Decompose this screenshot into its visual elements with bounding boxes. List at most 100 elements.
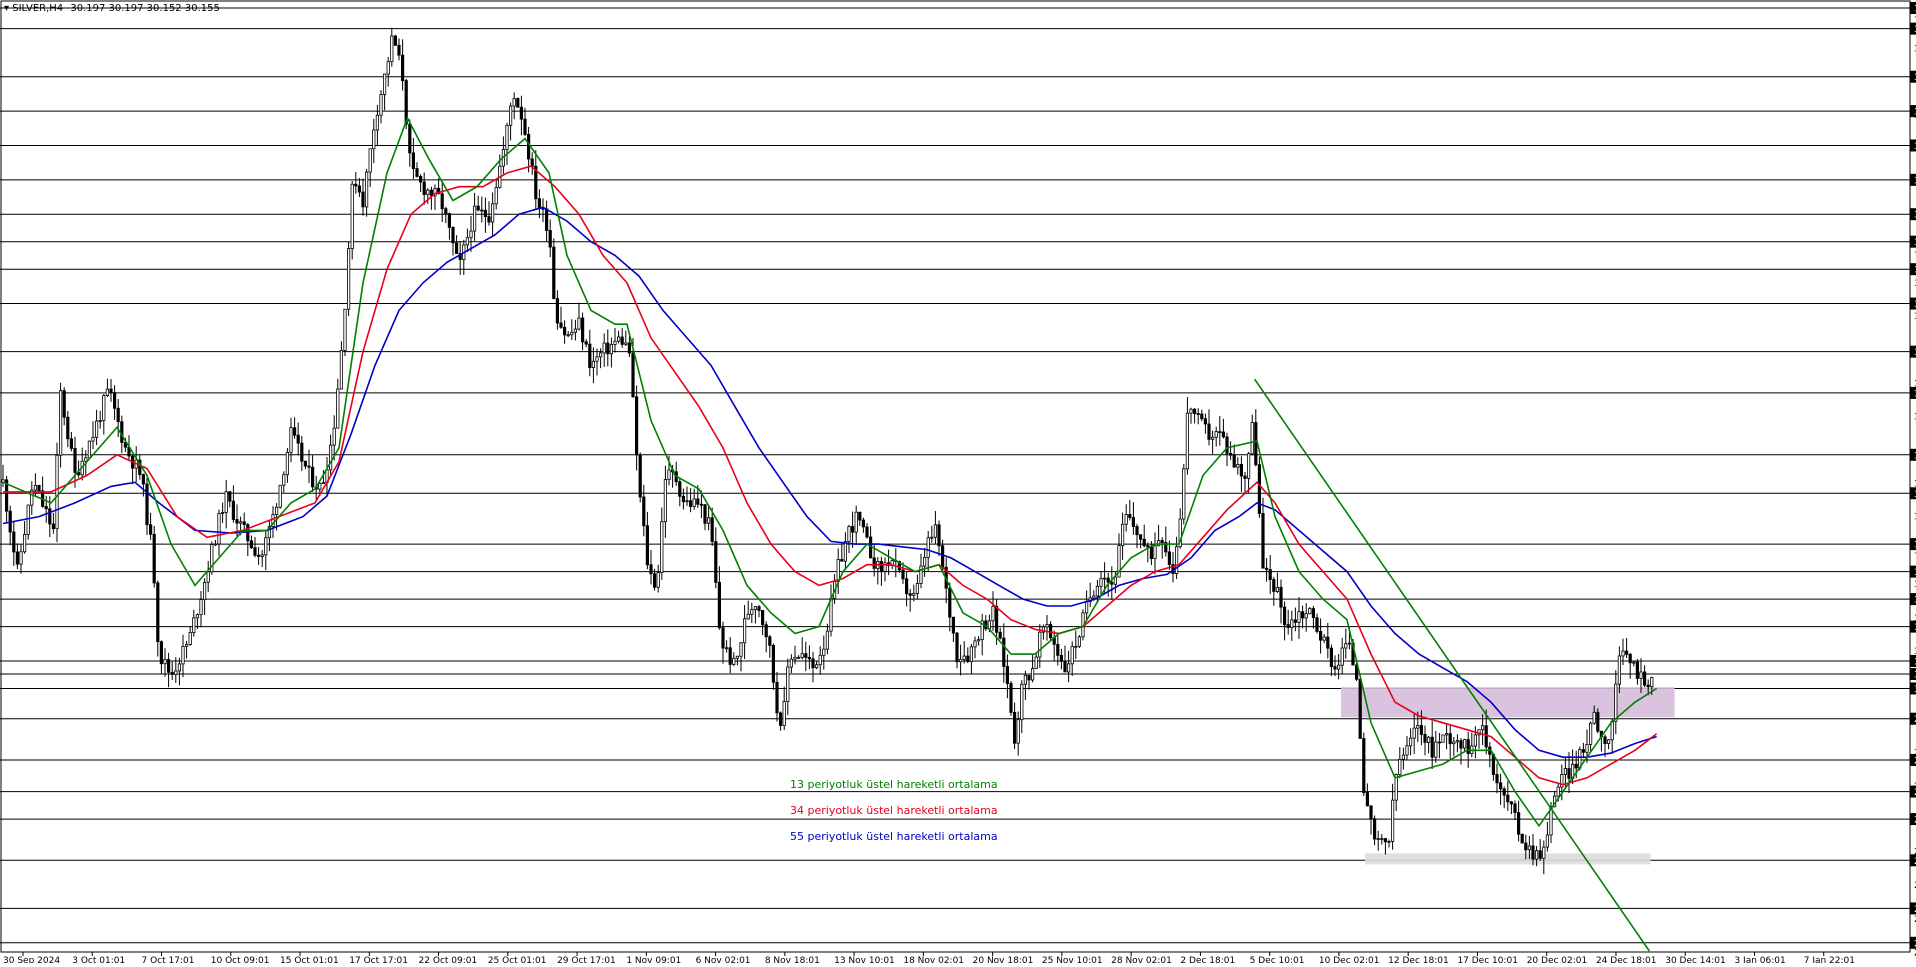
candle-body	[1045, 624, 1049, 628]
candle-body	[656, 572, 660, 588]
candle-body	[851, 526, 855, 533]
candle-body	[343, 308, 347, 351]
candle-body	[617, 336, 621, 342]
candle-body	[591, 360, 596, 368]
time-label: 10 Oct 09:01	[211, 956, 270, 963]
candle-body	[84, 457, 88, 462]
candle-body	[1635, 661, 1639, 679]
candle-body	[836, 558, 840, 582]
candle-body	[1437, 741, 1441, 744]
candle-body	[1193, 408, 1197, 414]
candle-body	[1005, 665, 1010, 684]
candle-body	[256, 554, 261, 557]
candle-body	[570, 331, 574, 336]
candle-body	[1603, 736, 1607, 744]
candle-body	[599, 352, 603, 358]
candle-body	[843, 541, 848, 562]
candle-body	[681, 495, 686, 503]
candle-body	[1506, 794, 1510, 803]
candle-body	[1268, 569, 1272, 580]
candle-body	[141, 474, 145, 485]
candle-body	[159, 641, 163, 665]
candle-body	[397, 44, 401, 56]
candle-body	[912, 592, 916, 596]
candle-body	[1481, 725, 1485, 731]
time-label: 18 Nov 02:01	[903, 956, 964, 963]
candle-body	[840, 558, 844, 562]
candle-body	[1049, 624, 1053, 639]
candle-body	[761, 610, 765, 626]
time-label: 17 Dec 10:01	[1457, 956, 1518, 963]
candle-body	[418, 176, 423, 183]
candle-body	[811, 658, 815, 669]
candle-body	[1002, 637, 1006, 667]
candle-body	[1009, 683, 1013, 713]
candle-body	[1517, 812, 1521, 835]
candle-body	[469, 230, 473, 239]
candle-body	[1520, 833, 1524, 844]
candle-body	[786, 666, 790, 702]
candle-body	[390, 35, 394, 63]
candle-body	[588, 343, 592, 368]
candle-body	[350, 183, 354, 249]
candle-body	[1531, 845, 1535, 860]
candle-body	[105, 388, 109, 396]
candle-body	[1405, 745, 1409, 756]
legend-ema13: 13 periyotluk üstel hareketli ortalama	[790, 778, 998, 791]
candle-body	[202, 581, 207, 601]
candle-body	[1106, 577, 1110, 583]
candle-body	[1499, 782, 1503, 790]
candle-body	[937, 524, 941, 547]
candle-body	[1466, 739, 1470, 754]
candle-body	[609, 344, 614, 355]
candle-body	[710, 517, 714, 542]
candle-body	[1261, 513, 1265, 569]
candle-body	[48, 508, 52, 525]
candle-body	[1448, 733, 1452, 745]
candle-body	[743, 618, 747, 644]
candle-body	[73, 448, 77, 473]
candle-body	[653, 573, 657, 588]
price-chart[interactable]: 35.00034.95534.85034.70834.50034.25034.2…	[0, 0, 1916, 966]
candle-body	[400, 54, 405, 82]
candle-body	[415, 168, 419, 177]
candle-body	[444, 208, 448, 215]
candle-body	[12, 531, 16, 553]
candle-body	[231, 500, 235, 520]
candle-body	[829, 598, 833, 632]
highlight-zone	[1341, 687, 1675, 718]
candle-body	[1383, 838, 1387, 843]
candle-body	[1167, 551, 1171, 565]
time-label: 15 Oct 01:01	[280, 956, 339, 963]
dropdown-triangle-icon[interactable]: ▾	[4, 3, 9, 14]
candle-body	[962, 655, 966, 660]
candle-body	[220, 511, 225, 514]
candle-body	[1236, 464, 1240, 468]
candle-body	[505, 124, 509, 150]
candle-body	[1463, 739, 1467, 749]
candle-body	[753, 606, 758, 610]
candle-body	[1596, 711, 1600, 732]
candle-body	[328, 444, 333, 471]
candle-body	[69, 438, 73, 449]
candle-body	[1380, 838, 1384, 840]
candle-body	[577, 317, 581, 330]
candle-body	[451, 226, 455, 244]
candle-body	[1139, 534, 1143, 540]
candle-body	[1013, 712, 1017, 744]
candle-body	[487, 216, 491, 223]
candle-body	[1128, 514, 1132, 518]
candle-body	[1229, 452, 1233, 456]
candle-body	[793, 656, 797, 660]
candle-body	[606, 342, 610, 355]
time-label: 8 Nov 18:01	[765, 956, 820, 963]
candle-body	[228, 491, 232, 502]
chart-area[interactable]: 35.00034.95534.85034.70834.50034.25034.2…	[0, 0, 1916, 966]
candle-body	[635, 396, 639, 456]
candle-body	[973, 640, 977, 648]
candle-body	[1362, 737, 1366, 793]
candle-body	[1124, 514, 1128, 525]
legend-ema34-label: 34 periyotluk üstel hareketli ortalama	[790, 804, 998, 817]
candle-body	[930, 536, 934, 539]
legend-ema55: 55 periyotluk üstel hareketli ortalama	[790, 830, 998, 843]
